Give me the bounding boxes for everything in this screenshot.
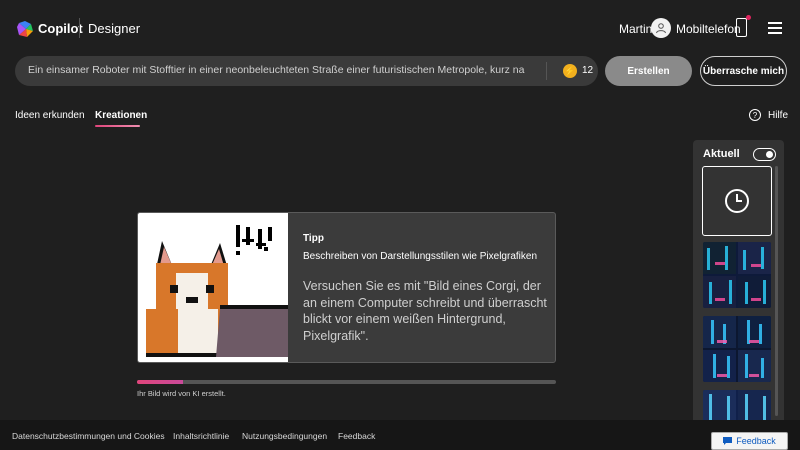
brand-name[interactable]: Copilot xyxy=(38,21,83,36)
boost-icon[interactable]: ⚡ xyxy=(563,64,577,78)
prompt-input[interactable]: Ein einsamer Roboter mit Stofftier in ei… xyxy=(28,64,525,76)
footer-link-terms[interactable]: Nutzungsbedingungen xyxy=(242,431,327,441)
footer-link-feedback[interactable]: Feedback xyxy=(338,431,375,441)
help-icon[interactable]: ? xyxy=(749,109,761,121)
tip-title: Tipp xyxy=(303,233,324,244)
progress-label: Ihr Bild wird von KI erstellt. xyxy=(137,389,226,398)
help-link[interactable]: Hilfe xyxy=(768,110,788,121)
panel-title: Aktuell xyxy=(703,148,740,160)
chat-icon xyxy=(723,437,733,445)
tip-subtitle: Beschreiben von Darstellungsstilen wie P… xyxy=(303,251,538,262)
copilot-logo-icon[interactable] xyxy=(16,20,34,38)
product-name[interactable]: Designer xyxy=(88,21,140,36)
tip-body: Versuchen Sie es mit "Bild eines Corgi, … xyxy=(303,279,547,343)
thumbnail-image[interactable] xyxy=(703,242,771,308)
hamburger-menu-icon[interactable] xyxy=(768,22,782,34)
user-name[interactable]: Martin xyxy=(619,22,652,36)
feedback-label: Feedback xyxy=(736,436,776,446)
recent-toggle[interactable] xyxy=(753,148,776,161)
recent-panel: Aktuell xyxy=(693,140,784,420)
thumbnail-image[interactable] xyxy=(703,316,771,382)
tab-ideen-erkunden[interactable]: Ideen erkunden xyxy=(15,110,85,121)
generation-progress-bar xyxy=(137,380,556,384)
progress-fill xyxy=(137,380,184,384)
boost-count: 12 xyxy=(582,65,594,76)
corgi-pixel-art-image xyxy=(138,213,288,362)
notification-dot xyxy=(746,15,751,20)
tab-kreationen[interactable]: Kreationen xyxy=(95,110,147,121)
avatar[interactable] xyxy=(651,18,671,38)
active-tab-indicator xyxy=(95,125,140,127)
recent-history-button[interactable] xyxy=(702,166,772,236)
create-button[interactable]: Erstellen xyxy=(605,56,692,86)
footer: Datenschutzbestimmungen und Cookies Inha… xyxy=(0,420,800,450)
clock-icon xyxy=(725,189,749,213)
surprise-me-button[interactable]: Überrasche mich xyxy=(700,56,787,86)
phone-icon[interactable] xyxy=(736,18,747,37)
footer-link-content-policy[interactable]: Inhaltsrichtlinie xyxy=(173,431,229,441)
user-icon xyxy=(656,23,666,34)
footer-link-privacy[interactable]: Datenschutzbestimmungen und Cookies xyxy=(12,431,165,441)
header-divider xyxy=(79,18,80,38)
prompt-divider xyxy=(546,62,547,80)
top-bar: Copilot Designer Martin Mobiltelefon xyxy=(0,0,800,56)
tip-card: Tipp Beschreiben von Darstellungsstilen … xyxy=(137,212,556,363)
panel-scrollbar[interactable] xyxy=(775,166,778,416)
mobile-link[interactable]: Mobiltelefon xyxy=(676,22,741,36)
prompt-bar: Ein einsamer Roboter mit Stofftier in ei… xyxy=(15,56,598,86)
toggle-knob xyxy=(766,150,773,158)
thumbnail-image[interactable] xyxy=(703,390,771,420)
feedback-button[interactable]: Feedback xyxy=(711,432,788,450)
